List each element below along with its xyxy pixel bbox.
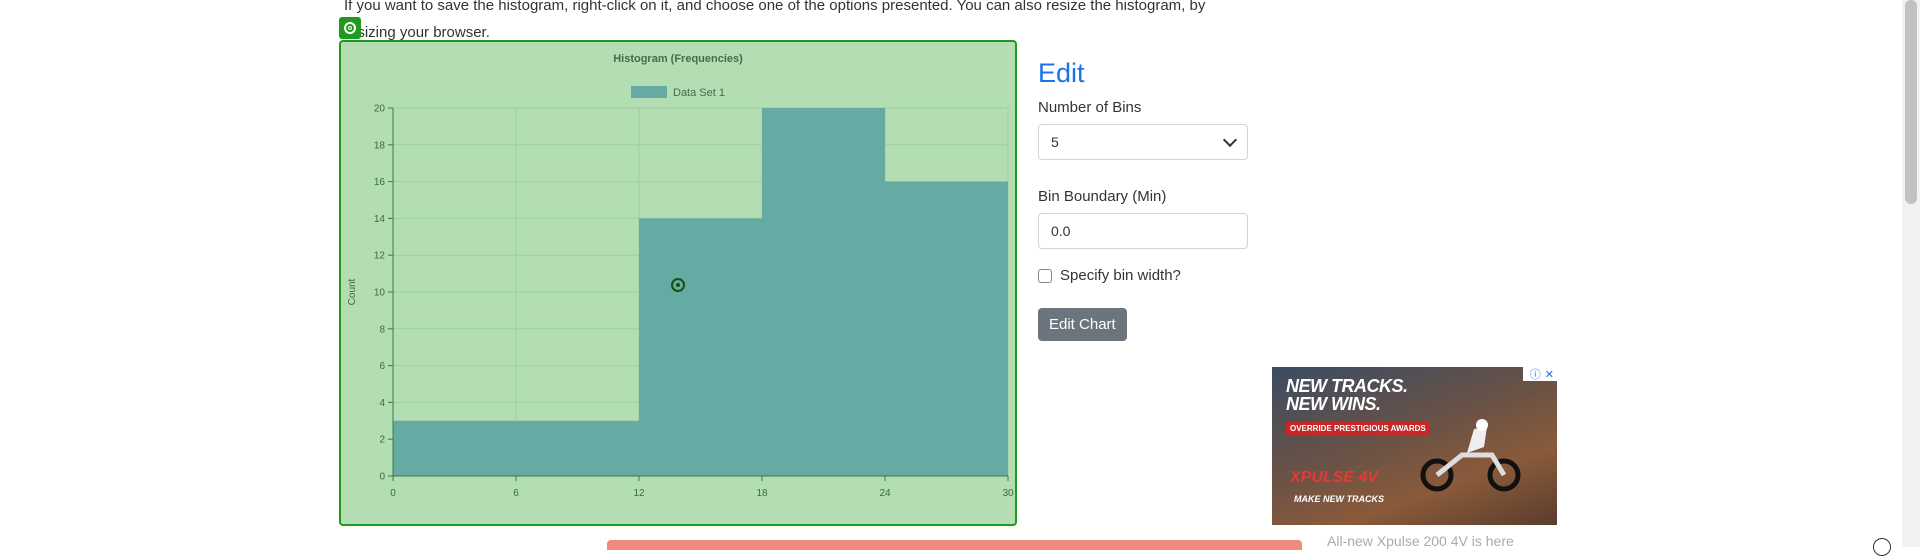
bins-select-value: 5: [1051, 134, 1059, 150]
x-tick-label: 30: [1002, 488, 1014, 499]
x-tick-label: 24: [879, 488, 891, 499]
x-tick-label: 6: [513, 488, 519, 499]
y-tick-label: 2: [379, 435, 385, 446]
y-tick-label: 6: [379, 361, 385, 372]
target-icon[interactable]: [339, 17, 361, 39]
ad-brand-a: XPULSE: [1290, 469, 1355, 486]
chevron-down-icon: [1222, 132, 1238, 148]
histogram-bar: [393, 420, 516, 476]
motorbike-icon: [1420, 419, 1521, 492]
ad-headline: NEW TRACKS. NEW WINS.: [1286, 377, 1408, 413]
edit-chart-button[interactable]: Edit Chart: [1038, 308, 1127, 341]
bins-label: Number of Bins: [1038, 99, 1142, 116]
y-tick-label: 12: [374, 251, 386, 262]
scrollbar[interactable]: [1902, 0, 1920, 547]
y-tick-label: 14: [374, 214, 386, 225]
boundary-label: Bin Boundary (Min): [1038, 188, 1167, 205]
edit-panel: Edit Number of Bins 5 Bin Boundary (Min)…: [1038, 58, 1248, 341]
x-tick-label: 18: [756, 488, 768, 499]
cursor-target-dot: [676, 283, 680, 287]
histogram-bar: [516, 420, 639, 476]
ad-footer: MAKE NEW TRACKS: [1294, 494, 1384, 504]
y-tick-label: 0: [379, 472, 385, 483]
boundary-input[interactable]: [1038, 213, 1248, 249]
y-tick-label: 18: [374, 140, 386, 151]
y-axis-label: Count: [347, 278, 358, 305]
settings-icon[interactable]: [1873, 538, 1891, 556]
bin-width-checkbox[interactable]: [1038, 268, 1052, 283]
histogram-bar: [885, 181, 1008, 476]
histogram-bar: [639, 218, 762, 476]
edit-title: Edit: [1038, 58, 1085, 88]
advertisement[interactable]: ⓘ ✕ NEW TRACKS. NEW WINS. OVERRIDE PREST…: [1272, 367, 1557, 525]
histogram-chart[interactable]: Histogram (Frequencies) Data Set 1 0 2 4 6 8 10…: [339, 40, 1017, 526]
ad-tag: OVERRIDE PRESTIGIOUS AWARDS: [1286, 422, 1430, 435]
ad-headline-1: NEW TRACKS.: [1286, 376, 1408, 396]
bin-width-row[interactable]: Specify bin width?: [1038, 267, 1248, 284]
y-tick-label: 10: [374, 288, 386, 299]
y-tick-label: 20: [374, 104, 386, 115]
ad-brand: XPULSE 4V: [1290, 469, 1378, 487]
ad-close-icon[interactable]: ✕: [1545, 368, 1554, 381]
y-tick-label: 16: [374, 177, 386, 188]
bin-width-label: Specify bin width?: [1060, 267, 1181, 284]
bins-select[interactable]: 5: [1038, 124, 1248, 160]
x-tick-label: 0: [390, 488, 396, 499]
intro-line-1: If you want to save the histogram, right…: [344, 0, 1206, 14]
histogram-svg: Histogram (Frequencies)Data Set 10246810…: [347, 53, 1014, 499]
bottom-ad-banner[interactable]: [607, 540, 1302, 550]
chart-title: Histogram (Frequencies): [613, 53, 743, 65]
y-tick-label: 8: [379, 324, 385, 335]
legend-swatch: [631, 86, 667, 98]
ad-corner[interactable]: ⓘ ✕: [1523, 367, 1557, 381]
x-tick-label: 12: [633, 488, 645, 499]
legend-label: Data Set 1: [673, 87, 725, 99]
scrollbar-thumb[interactable]: [1905, 0, 1917, 204]
ad-info-icon[interactable]: ⓘ: [1530, 367, 1541, 382]
ad-headline-2: NEW WINS.: [1286, 394, 1381, 414]
ad-brand-b: 4V: [1358, 469, 1379, 486]
y-tick-label: 4: [379, 398, 385, 409]
histogram-bar: [762, 108, 885, 476]
